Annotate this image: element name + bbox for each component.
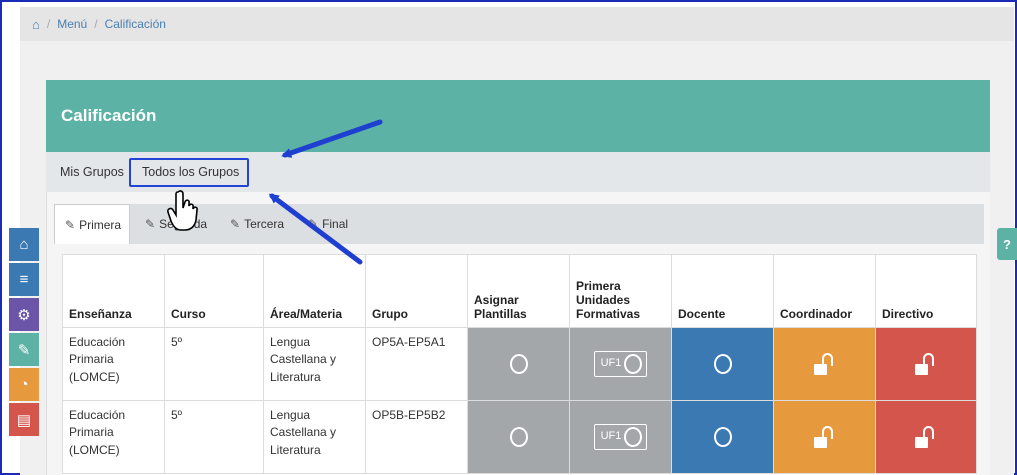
table-header-row: Enseñanza Curso Área/Materia Grupo Asign… (62, 254, 977, 328)
uf-label: UF1 (600, 430, 622, 443)
column-header: Primera Unidades Formativas (569, 254, 672, 328)
circle-icon (713, 427, 732, 447)
circle-icon (713, 354, 732, 374)
circle-icon (624, 354, 643, 374)
circle-icon (509, 427, 528, 447)
uf-button[interactable]: UF1 (569, 327, 672, 401)
cell-grupo: OP5A-EP5A1 (365, 327, 468, 401)
directivo-button[interactable] (875, 327, 977, 401)
column-header: Grupo (365, 254, 468, 328)
unlock-icon (813, 353, 836, 375)
cell-area: Lengua Castellana y Literatura (263, 327, 366, 401)
edit-icon[interactable]: ✎ (9, 333, 39, 366)
docente-button[interactable] (671, 327, 774, 401)
calificacion-table: Enseñanza Curso Área/Materia Grupo Asign… (62, 254, 977, 474)
cell-ensenanza: Educación Primaria (LOMCE) (62, 400, 165, 474)
circle-icon (624, 427, 643, 447)
help-icon[interactable]: ? (997, 228, 1017, 260)
column-header: Directivo (875, 254, 977, 328)
column-header: Coordinador (773, 254, 876, 328)
coordinador-button[interactable] (773, 400, 876, 474)
edit-icon: ✎ (308, 217, 319, 231)
tab-segunda[interactable]: ✎ Segunda (135, 204, 215, 244)
cell-grupo: OP5B-EP5B2 (365, 400, 468, 474)
coordinador-button[interactable] (773, 327, 876, 401)
cell-ensenanza: Educación Primaria (LOMCE) (62, 327, 165, 401)
column-header: Área/Materia (263, 254, 366, 328)
assign-templates-button[interactable] (467, 327, 570, 401)
table-row: Educación Primaria (LOMCE) 5º Lengua Cas… (62, 400, 977, 474)
pie-chart-icon[interactable]: ◔ (9, 368, 39, 401)
column-header: Enseñanza (62, 254, 165, 328)
panel-header (46, 80, 990, 152)
panel-title: Calificación (61, 106, 157, 125)
cell-curso: 5º (164, 400, 264, 474)
list-icon[interactable]: ≡ (9, 263, 39, 296)
docente-button[interactable] (671, 400, 774, 474)
table-row: Educación Primaria (LOMCE) 5º Lengua Cas… (62, 327, 977, 401)
cell-curso: 5º (164, 327, 264, 401)
cell-area: Lengua Castellana y Literatura (263, 400, 366, 474)
unlock-icon (915, 353, 937, 375)
breadcrumb-current: Calificación (104, 17, 166, 31)
column-header: Curso (164, 254, 264, 328)
edit-icon: ✎ (230, 217, 241, 231)
breadcrumb-menu-link[interactable]: Menú (57, 17, 87, 31)
column-header: Docente (671, 254, 774, 328)
tab-primera[interactable]: ✎ Primera (54, 204, 130, 244)
document-icon[interactable]: ▤ (9, 403, 39, 436)
edit-icon: ✎ (145, 217, 156, 231)
home-icon[interactable]: ⌂ (32, 17, 40, 32)
tab-mis-grupos[interactable]: Mis Grupos (60, 165, 124, 179)
annotation-highlight-box (129, 158, 249, 187)
unlock-icon (915, 426, 937, 448)
circle-icon (509, 354, 528, 374)
breadcrumb: ⌂ / Menú / Calificación (20, 7, 1014, 41)
edit-icon: ✎ (65, 217, 76, 232)
uf-button[interactable]: UF1 (569, 400, 672, 474)
uf-label: UF1 (600, 357, 622, 370)
home-icon[interactable]: ⌂ (9, 228, 39, 261)
tab-final[interactable]: ✎ Final (298, 204, 368, 244)
directivo-button[interactable] (875, 400, 977, 474)
gears-icon[interactable]: ⚙ (9, 298, 39, 331)
column-header: Asignar Plantillas (467, 254, 570, 328)
assign-templates-button[interactable] (467, 400, 570, 474)
unlock-icon (813, 426, 836, 448)
tab-tercera[interactable]: ✎ Tercera (220, 204, 298, 244)
